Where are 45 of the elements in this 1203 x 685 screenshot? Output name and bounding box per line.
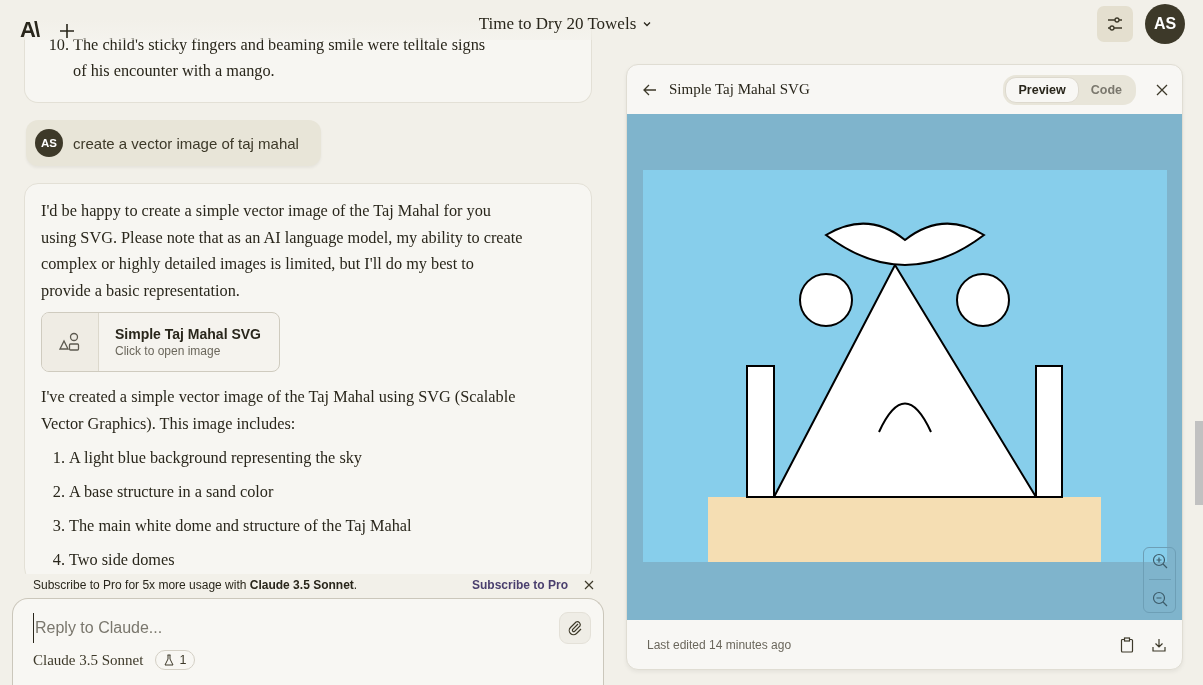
model-selector[interactable]: Claude 3.5 Sonnet xyxy=(33,651,144,669)
view-tab[interactable]: Preview xyxy=(1005,76,1079,103)
user-avatar: AS xyxy=(35,129,63,157)
list-number: 1. xyxy=(51,447,65,469)
zoom-in-icon[interactable] xyxy=(1151,553,1168,570)
artifact-subtitle: Click to open image xyxy=(115,344,222,358)
zoom-out-icon[interactable] xyxy=(1151,590,1168,607)
view-tab[interactable]: Code xyxy=(1078,76,1134,103)
flask-icon xyxy=(164,654,175,666)
user-message-text: create a vector image of taj mahal xyxy=(73,134,299,152)
attach-button[interactable] xyxy=(559,612,591,644)
clipboard-icon[interactable] xyxy=(1120,636,1134,653)
list-item-text: The child's sticky fingers and beaming smile were telltale signs of his encounter with a mango. xyxy=(73,34,487,82)
list-item-text: A light blue background representing the sky xyxy=(69,447,363,469)
artifact-title: Simple Taj Mahal SVG xyxy=(669,81,811,98)
close-icon[interactable] xyxy=(584,580,594,590)
artifact-card[interactable]: Simple Taj Mahal SVG Click to open image xyxy=(41,312,280,372)
last-edited-text: Last edited 14 minutes ago xyxy=(647,637,793,652)
plus-icon[interactable] xyxy=(60,24,74,38)
close-icon[interactable] xyxy=(1156,83,1168,96)
download-icon[interactable] xyxy=(1152,637,1166,652)
scrollbar-thumb[interactable] xyxy=(1195,421,1203,505)
list-number: 2. xyxy=(51,481,65,503)
reply-input-field[interactable]: Reply to Claude... xyxy=(33,613,559,643)
list-number: 3. xyxy=(51,515,65,537)
list-number: 4. xyxy=(51,549,65,571)
list-item-text: A base structure in a sand color xyxy=(69,481,275,503)
subscribe-link[interactable]: Subscribe to Pro xyxy=(471,578,568,592)
logo[interactable]: A\ xyxy=(20,17,38,43)
shapes-icon xyxy=(59,332,81,352)
list-item-text: Two side domes xyxy=(69,549,176,571)
reply-composer[interactable]: Reply to Claude... Claude 3.5 Sonnet 1 xyxy=(12,598,604,685)
chevron-down-icon[interactable] xyxy=(642,19,653,29)
reply-paragraph: I'd be happy to create a simple vector image of the Taj Mahal for you using SVG. Please note that as an AI language model, my ability to create complex or highly detailed images is limited, but I'll do my best to provide a basic representation. xyxy=(41,200,524,302)
list-item-text: The main white dome and structure of the Taj Mahal xyxy=(69,515,413,537)
upgrade-notice: Subscribe to Pro for 5x more usage with Claude 3.5 Sonnet. xyxy=(33,578,359,592)
artifact-title: Simple Taj Mahal SVG xyxy=(115,326,261,342)
reply-paragraph: I've created a simple vector image of the Taj Mahal using SVG (Scalable Vector Graphics). This image includes: xyxy=(41,386,517,435)
list-number: 10. xyxy=(47,34,69,56)
chat-title[interactable]: Time to Dry 20 Towels xyxy=(478,14,637,34)
paperclip-icon xyxy=(567,620,583,636)
back-arrow-icon[interactable] xyxy=(643,83,657,96)
sliders-icon xyxy=(1106,15,1124,33)
settings-button[interactable] xyxy=(1097,6,1133,42)
user-avatar[interactable]: AS xyxy=(1145,4,1185,44)
